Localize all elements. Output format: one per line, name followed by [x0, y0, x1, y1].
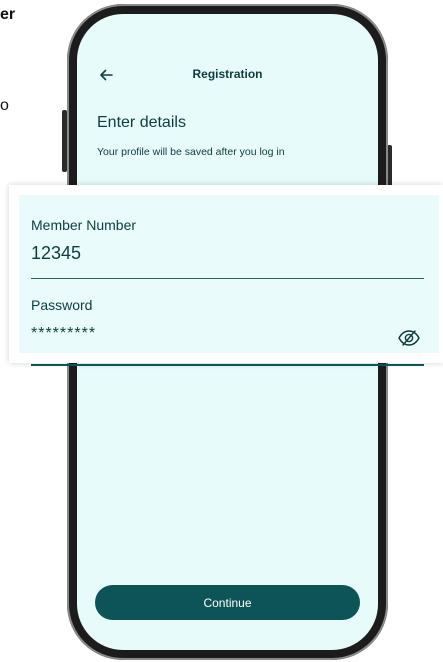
background-heading-fragment: er [0, 6, 16, 23]
continue-button[interactable]: Continue [95, 585, 360, 620]
password-underline [31, 364, 424, 366]
background-text-fragment: o [0, 97, 9, 114]
password-label: Password [31, 297, 93, 313]
page-title: Enter details [97, 114, 186, 131]
password-input[interactable]: ********* [31, 325, 96, 343]
page-subtitle: Your profile will be saved after you log… [97, 146, 285, 158]
eye-slash-icon[interactable] [397, 326, 421, 350]
magnified-form-card: Member Number 12345 Password ********* [9, 185, 443, 366]
member-number-underline [31, 278, 424, 279]
member-number-label: Member Number [31, 217, 137, 233]
app-header: Registration [77, 64, 378, 88]
member-number-input[interactable]: 12345 [31, 243, 81, 264]
header-title: Registration [192, 67, 263, 81]
login-form: Member Number 12345 Password ********* [19, 195, 439, 366]
